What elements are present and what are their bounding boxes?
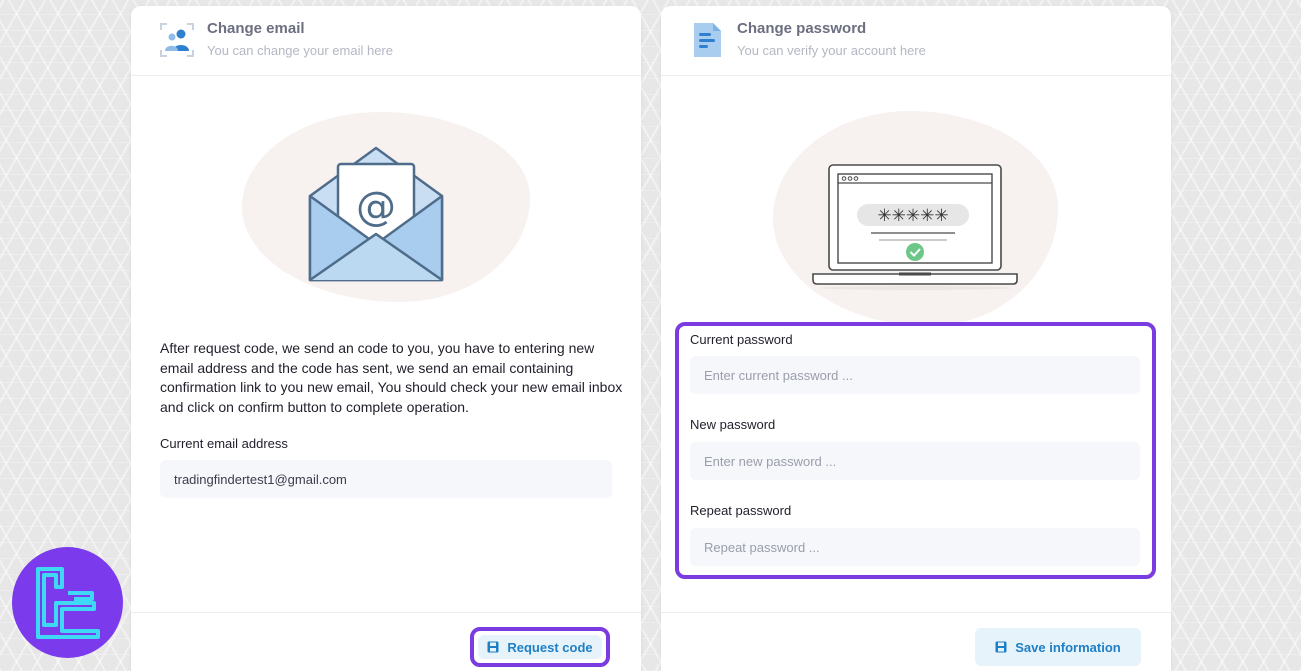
- save-information-label: Save information: [1015, 639, 1121, 655]
- request-code-label: Request code: [507, 639, 593, 655]
- new-password-label: New password: [690, 417, 776, 432]
- current-password-input[interactable]: Enter current password ...: [690, 356, 1140, 394]
- save-information-button[interactable]: Save information: [975, 628, 1141, 666]
- current-password-label: Current password: [690, 332, 793, 347]
- change-password-card: Change password You can verify your acco…: [661, 6, 1171, 671]
- request-code-button[interactable]: Request code: [478, 635, 602, 659]
- user-focus-icon: [160, 23, 194, 57]
- current-email-label: Current email address: [160, 436, 288, 451]
- change-password-title: Change password: [737, 20, 867, 37]
- laptop-password-icon: ✳✳✳✳✳: [812, 164, 1018, 290]
- tradingfinder-logo: [12, 547, 123, 658]
- document-icon: [694, 23, 721, 57]
- change-password-footer: Save information: [661, 612, 1171, 666]
- repeat-password-input[interactable]: Repeat password ...: [690, 528, 1140, 566]
- change-email-card: Change email You can change your email h…: [131, 6, 641, 671]
- svg-text:@: @: [356, 184, 396, 230]
- tradingfinder-logo-icon: [35, 566, 100, 639]
- save-icon: [487, 641, 499, 653]
- new-password-input[interactable]: Enter new password ...: [690, 442, 1140, 480]
- change-email-subtitle: You can change your email here: [207, 43, 393, 58]
- password-mask-text: ✳✳✳✳✳: [877, 206, 948, 226]
- change-password-header: Change password You can verify your acco…: [661, 6, 1171, 76]
- current-email-field[interactable]: tradingfindertest1@gmail.com: [160, 460, 612, 498]
- change-email-title: Change email: [207, 20, 305, 37]
- repeat-password-label: Repeat password: [690, 503, 792, 518]
- change-email-footer: Request code: [131, 612, 641, 667]
- change-password-subtitle: You can verify your account here: [737, 43, 926, 58]
- save-icon: [995, 641, 1007, 653]
- change-email-header: Change email You can change your email h…: [131, 6, 641, 76]
- envelope-at-icon: @: [308, 146, 444, 282]
- change-email-description: After request code, we send an code to y…: [160, 340, 623, 415]
